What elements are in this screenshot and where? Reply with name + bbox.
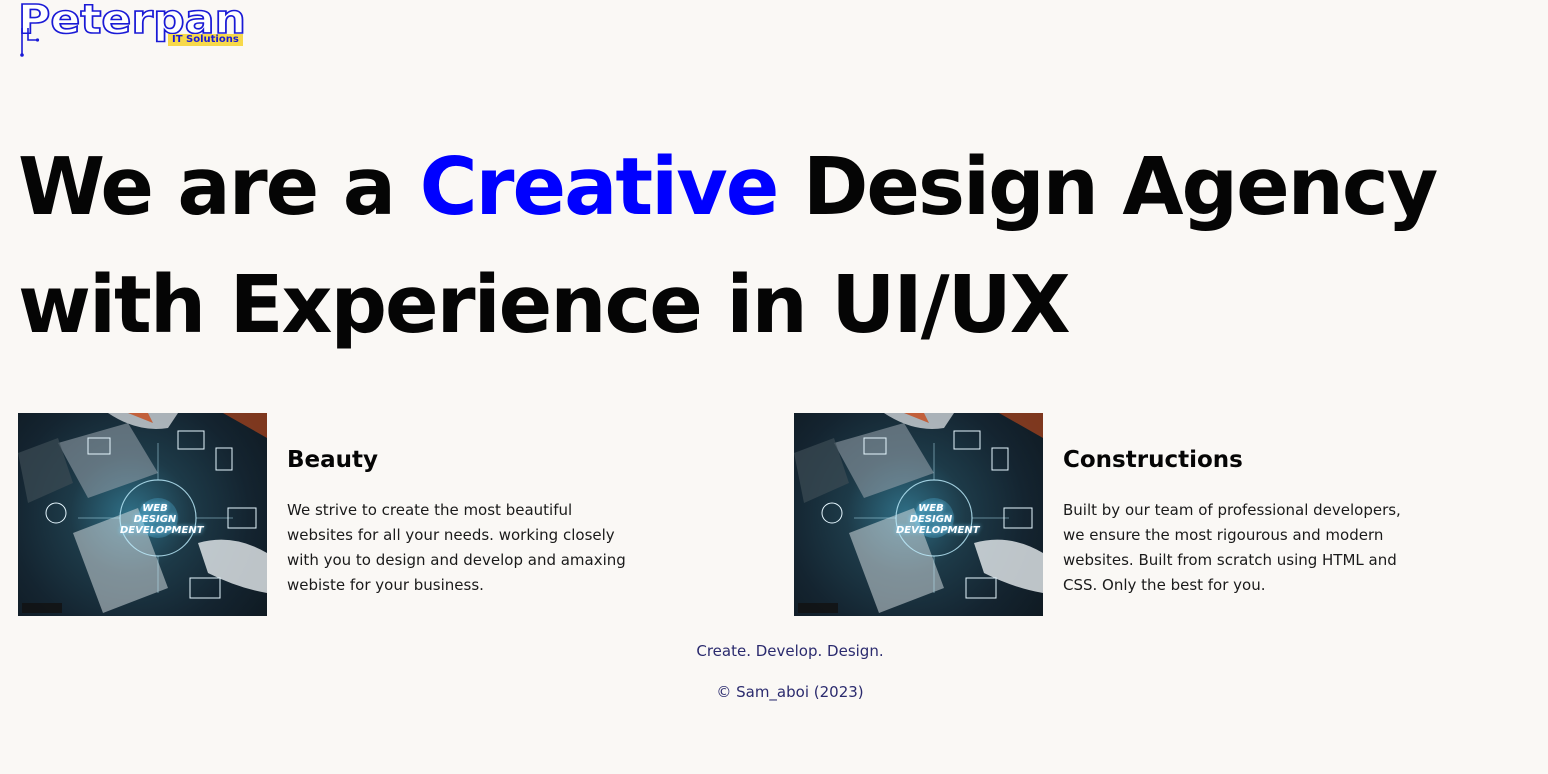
feature-card-beauty: WEB DESIGN DEVELOPMENT Beauty We strive …: [18, 413, 658, 616]
hero-heading: We are a Creative Design Agency with Exp…: [18, 128, 1518, 364]
card-title: Beauty: [287, 447, 379, 473]
circuit-lines-icon: [20, 28, 40, 57]
feature-card-constructions: WEB DESIGN DEVELOPMENT Constructions Bui…: [794, 413, 1454, 616]
card-title: Constructions: [1063, 447, 1243, 473]
card-image: WEB DESIGN DEVELOPMENT: [794, 413, 1043, 616]
card-text: We strive to create the most beautiful w…: [287, 501, 626, 594]
logo-tagline: IT Solutions: [168, 34, 243, 46]
footer-copyright: © Sam_aboi (2023): [716, 683, 864, 701]
hero-heading-accent: Creative: [419, 141, 780, 233]
card-text: Built by our team of professional develo…: [1063, 501, 1401, 594]
footer-tagline: Create. Develop. Design.: [696, 642, 884, 660]
card-image-caption: WEB DESIGN DEVELOPMENT: [896, 503, 980, 536]
card-image-caption: WEB DESIGN DEVELOPMENT: [120, 503, 204, 536]
hero-heading-part1: We are a: [18, 141, 420, 233]
card-image: WEB DESIGN DEVELOPMENT: [18, 413, 267, 616]
logo[interactable]: Peterpan IT Solutions: [17, 0, 250, 60]
